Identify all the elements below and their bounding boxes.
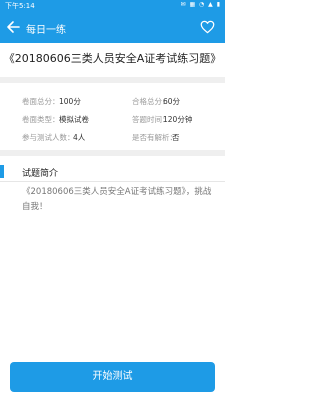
section-divider (0, 150, 225, 156)
paper-type-value: 模拟试卷 (59, 115, 89, 124)
status-time: 下午5:14 (5, 2, 35, 10)
info-row: 卷面总分： 100分 合格总分： 60分 (0, 96, 225, 110)
participants-value: 4人 (73, 133, 86, 142)
has-analysis-label: 是否有解析： (132, 133, 177, 142)
start-test-button[interactable]: 开始测试 (10, 362, 215, 392)
status-icons: ✉ ▦ ◔ ▲ ▮ (180, 1, 221, 8)
accent-bar (0, 165, 4, 178)
favorite-heart-icon[interactable] (200, 20, 215, 34)
paper-type-label: 卷面类型： (22, 115, 60, 124)
has-analysis-value: 否 (172, 133, 180, 142)
total-score-label: 卷面总分： (22, 97, 60, 106)
intro-divider (0, 181, 225, 182)
intro-body: 《20180606三类人员安全A证考试练习题》，挑战自我！ (22, 187, 212, 212)
app-bar: 每日一练 (0, 12, 225, 43)
info-row: 卷面类型： 模拟试卷 答题时间： 120分钟 (0, 114, 225, 128)
total-score-value: 100分 (59, 97, 81, 106)
status-bar: 下午5:14 ✉ ▦ ◔ ▲ ▮ (0, 0, 225, 12)
exam-title: 《20180606三类人员安全A证考试练习题》 (3, 52, 222, 65)
back-arrow-icon[interactable] (6, 20, 20, 34)
answer-time-value: 120分钟 (163, 115, 193, 124)
pass-score-value: 60分 (163, 97, 181, 106)
intro-heading: 试题简介 (22, 169, 59, 179)
section-divider (0, 77, 225, 83)
participants-label: 参与测试人数： (22, 133, 75, 142)
page-title: 每日一练 (26, 25, 66, 36)
intro-header: 试题简介 (0, 160, 225, 180)
info-row: 参与测试人数： 4人 是否有解析： 否 (0, 132, 225, 146)
